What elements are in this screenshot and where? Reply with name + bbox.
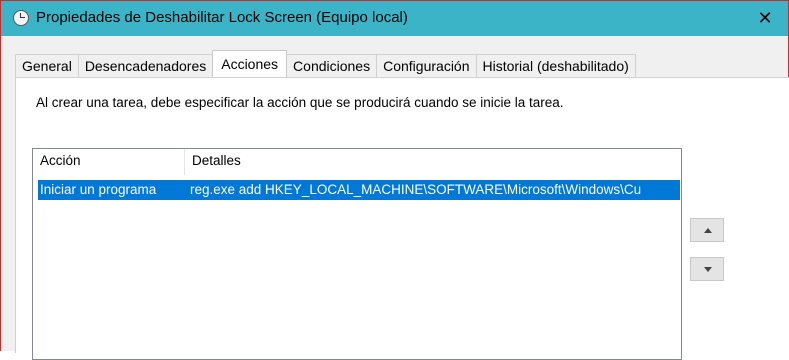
tab-general[interactable]: General bbox=[15, 54, 79, 77]
column-header-accion[interactable]: Acción bbox=[33, 149, 185, 175]
close-button[interactable]: ✕ bbox=[742, 1, 788, 36]
actions-list[interactable]: Acción Detalles Iniciar un programa reg.… bbox=[32, 148, 682, 360]
list-header: Acción Detalles bbox=[33, 149, 681, 175]
clock-icon bbox=[13, 10, 29, 26]
task-properties-window: Propiedades de Deshabilitar Lock Screen … bbox=[0, 0, 789, 360]
move-up-button[interactable] bbox=[690, 218, 724, 242]
tab-condiciones[interactable]: Condiciones bbox=[286, 54, 378, 77]
tab-strip: General Desencadenadores Acciones Condic… bbox=[15, 50, 636, 77]
triangle-up-icon bbox=[704, 228, 712, 233]
instructions-text: Al crear una tarea, debe especificar la … bbox=[36, 95, 564, 110]
row-details-cell: reg.exe add HKEY_LOCAL_MACHINE\SOFTWARE\… bbox=[190, 182, 642, 197]
window-title: Propiedades de Deshabilitar Lock Screen … bbox=[36, 9, 408, 26]
tab-acciones[interactable]: Acciones bbox=[212, 50, 288, 77]
column-header-detalles[interactable]: Detalles bbox=[185, 149, 681, 175]
table-row[interactable]: Iniciar un programa reg.exe add HKEY_LOC… bbox=[38, 180, 680, 200]
triangle-down-icon bbox=[704, 267, 712, 272]
move-down-button[interactable] bbox=[690, 257, 724, 281]
row-action-cell: Iniciar un programa bbox=[40, 182, 157, 197]
tab-historial[interactable]: Historial (deshabilitado) bbox=[475, 54, 636, 77]
title-bar[interactable]: Propiedades de Deshabilitar Lock Screen … bbox=[1, 1, 788, 36]
actions-panel: Al crear una tarea, debe especificar la … bbox=[15, 77, 789, 360]
tab-desencadenadores[interactable]: Desencadenadores bbox=[77, 54, 214, 77]
tab-configuracion[interactable]: Configuración bbox=[376, 54, 477, 77]
